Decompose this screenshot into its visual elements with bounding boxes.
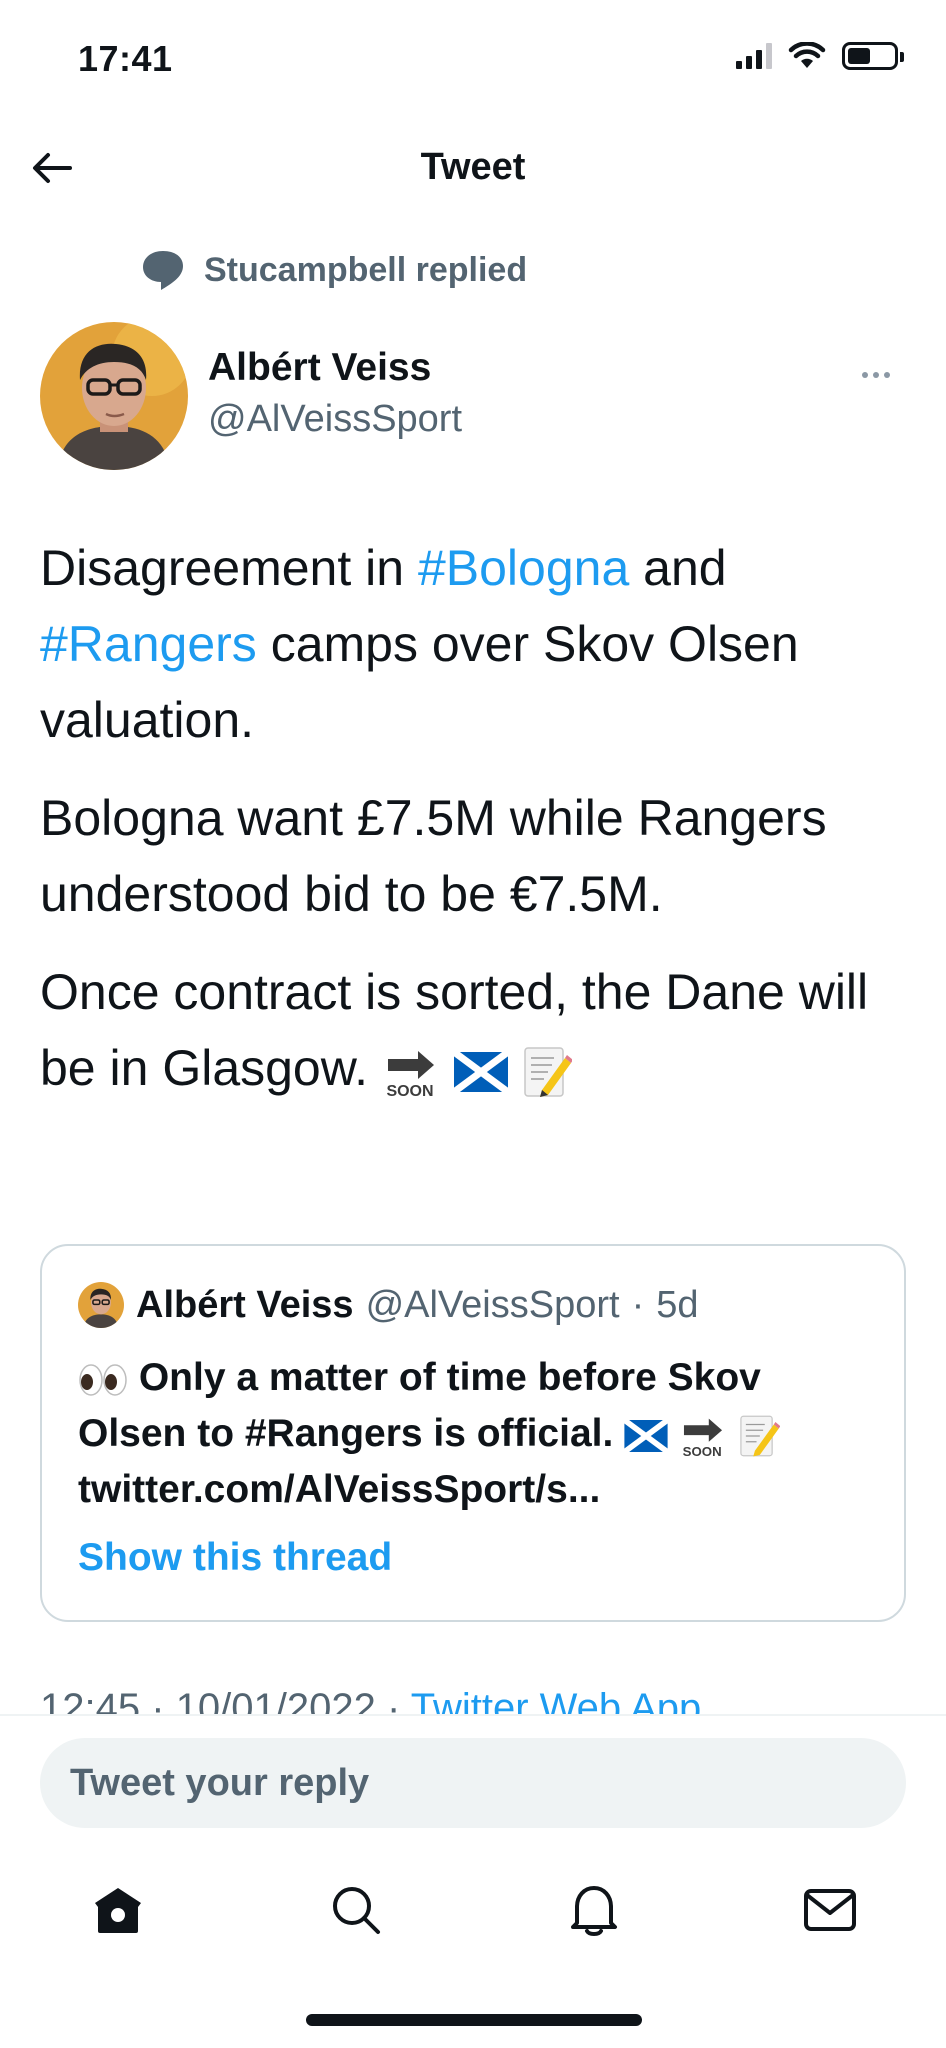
memo-icon	[523, 1047, 572, 1097]
mail-icon	[804, 1889, 856, 1931]
svg-text:SOON: SOON	[683, 1444, 722, 1459]
tweet-text-segment: Disagreement in	[40, 540, 418, 596]
author-name[interactable]: Albért Veiss	[208, 346, 431, 390]
tweet-timestamp: 12:45 · 10/01/2022 · Twitter Web App	[40, 1680, 906, 1714]
more-dot	[884, 372, 890, 378]
tweet-paragraph: Bologna want £7.5M while Rangers underst…	[40, 790, 827, 922]
tweet-paragraph: Once contract is sorted, the Dane will b…	[40, 954, 906, 1106]
scotland-flag-icon	[453, 1051, 508, 1092]
quoted-text-line: Only a matter of time before Skov	[78, 1350, 878, 1406]
quoted-text-line: Olsen to #Rangers is official. SOON	[78, 1406, 878, 1462]
signal-icon	[736, 43, 772, 69]
quoted-separator: ·	[631, 1283, 645, 1326]
page-title: Tweet	[420, 146, 526, 188]
bell-icon	[571, 1886, 617, 1936]
quoted-link-text: twitter.com/AlVeissSport/s...	[78, 1468, 601, 1511]
tweet-text: Disagreement in #Bologna and #Rangers ca…	[40, 530, 906, 1128]
social-context-label: Stucampbell replied	[204, 250, 528, 289]
battery-icon	[842, 42, 904, 70]
hashtag-link[interactable]: #Rangers	[40, 616, 257, 672]
home-icon	[95, 1888, 141, 1933]
timestamp-separator: ·	[151, 1686, 165, 1714]
timestamp-time: 12:45	[40, 1686, 141, 1714]
quoted-avatar-image	[78, 1282, 124, 1328]
show-thread-link[interactable]: Show this thread	[78, 1536, 392, 1580]
more-options-button[interactable]	[846, 360, 906, 390]
soon-arrow-icon: SOON	[386, 1050, 434, 1099]
home-indicator	[306, 2014, 642, 2026]
status-bar: 17:41	[0, 0, 946, 120]
status-icons	[736, 42, 904, 70]
quoted-time: 5d	[656, 1283, 699, 1326]
quoted-tweet-text: Only a matter of time before Skov Olsen …	[78, 1350, 878, 1518]
soon-arrow-icon: SOON	[683, 1418, 723, 1459]
more-dot	[873, 372, 879, 378]
search-icon	[333, 1887, 380, 1934]
quoted-text-segment: Olsen to #Rangers is official.	[78, 1412, 614, 1455]
nav-home[interactable]	[78, 1870, 158, 1950]
memo-icon	[740, 1415, 780, 1457]
nav-notifications[interactable]	[554, 1870, 634, 1950]
quoted-tweet-header: Albért Veiss @AlVeissSport · 5d	[78, 1282, 699, 1328]
status-time: 17:41	[78, 38, 173, 79]
nav-messages[interactable]	[790, 1870, 870, 1950]
more-dot	[862, 372, 868, 378]
author-handle[interactable]: @AlVeissSport	[208, 398, 462, 441]
tweet-text-segment: and	[629, 540, 727, 596]
quoted-avatar	[78, 1282, 124, 1328]
source-link[interactable]: Twitter Web App	[411, 1686, 702, 1714]
eyes-icon	[79, 1363, 127, 1396]
tweet-paragraph: Disagreement in #Bologna and #Rangers ca…	[40, 530, 906, 758]
social-context[interactable]: Stucampbell replied	[140, 248, 527, 292]
quoted-tweet[interactable]: Albért Veiss @AlVeissSport · 5d Only a m…	[40, 1244, 906, 1622]
quoted-text-segment: Only a matter of time before Skov	[138, 1356, 761, 1399]
scotland-flag-icon	[624, 1419, 669, 1452]
quoted-author-handle: @AlVeissSport	[365, 1283, 620, 1326]
quoted-author-name: Albért Veiss	[136, 1283, 354, 1326]
svg-text:SOON: SOON	[386, 1083, 433, 1099]
tweet-author: Albért Veiss @AlVeissSport	[40, 322, 906, 472]
header: Tweet	[0, 120, 946, 216]
wifi-icon	[788, 42, 826, 68]
avatar[interactable]	[40, 322, 188, 470]
nav-search[interactable]	[316, 1870, 396, 1950]
timestamp-date: 10/01/2022	[175, 1686, 376, 1714]
reply-input[interactable]: Tweet your reply	[40, 1738, 906, 1828]
bottom-nav	[0, 1870, 946, 1950]
divider	[0, 1714, 946, 1716]
speech-bubble-icon	[143, 251, 183, 290]
avatar-image	[40, 322, 188, 470]
timestamp-separator: ·	[387, 1686, 401, 1714]
hashtag-link[interactable]: #Bologna	[418, 540, 629, 596]
